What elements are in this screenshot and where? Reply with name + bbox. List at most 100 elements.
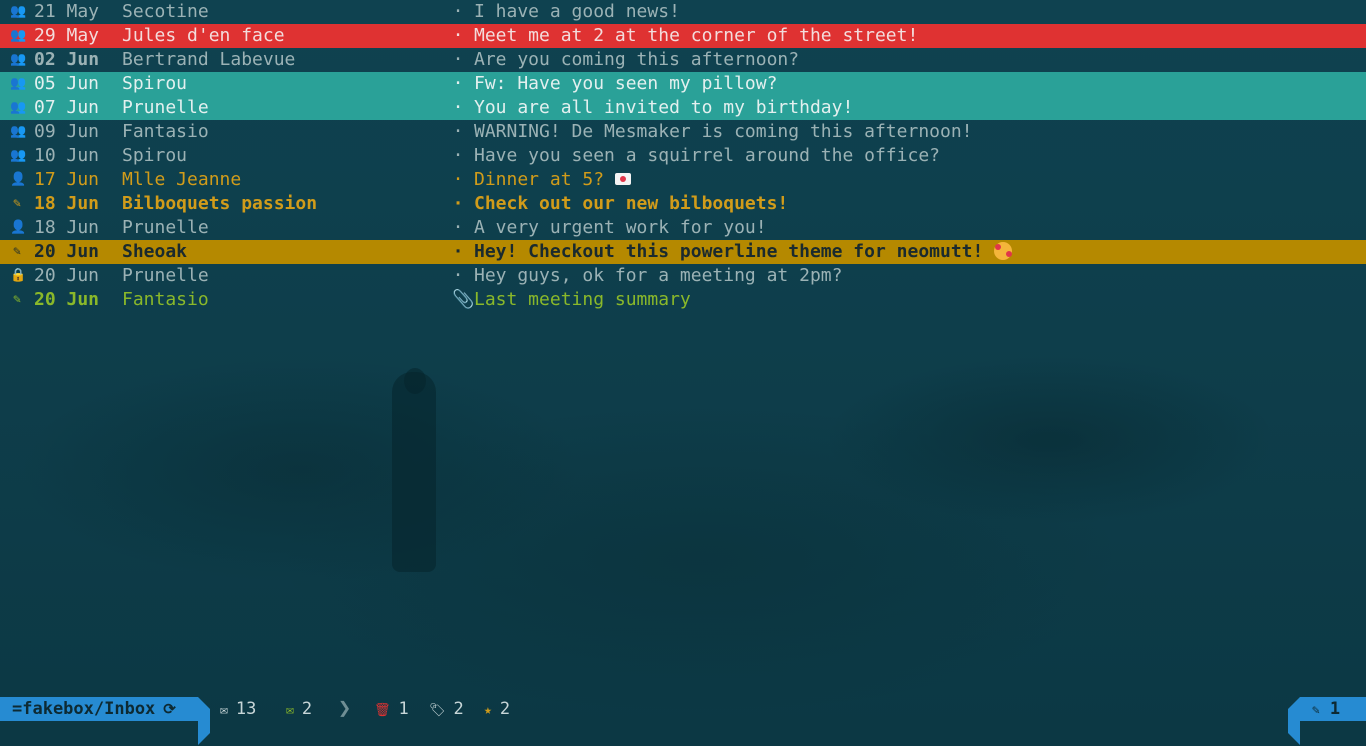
message-date: 02 Jun xyxy=(34,48,99,72)
message-sender: Bertrand Labevue xyxy=(122,49,296,70)
envelope-icon: ✉ xyxy=(220,703,228,718)
lock-icon: 🔒 xyxy=(10,268,27,283)
message-separator: · xyxy=(452,265,464,286)
user-edit-icon: ✎ xyxy=(13,196,21,211)
message-row[interactable]: 👥 21 May Secotine · I have a good news! xyxy=(0,0,1366,24)
message-date: 17 Jun xyxy=(34,169,100,190)
message-date: 20 Jun xyxy=(34,289,100,310)
message-date: 18 Jun xyxy=(34,217,100,238)
message-subject: Dinner at 5? xyxy=(474,168,631,192)
flagged-count-value: 2 xyxy=(499,699,511,719)
mailbox-path[interactable]: =fakebox/Inbox ⟳ xyxy=(0,697,198,721)
message-separator: · xyxy=(452,193,464,214)
message-sender: Spirou xyxy=(122,145,188,166)
message-index: 👥 21 May Secotine · I have a good news! … xyxy=(0,0,1366,312)
message-row[interactable]: 👥 29 May Jules d'en face · Meet me at 2 … xyxy=(0,24,1366,48)
message-sender: Sheoak xyxy=(122,241,188,262)
message-row[interactable]: 👥 09 Jun Fantasio · WARNING! De Mesmaker… xyxy=(0,120,1366,144)
message-separator: · xyxy=(452,97,464,118)
message-date-month: Jun xyxy=(66,49,100,70)
message-subject: Have you seen a squirrel around the offi… xyxy=(474,145,940,166)
smiling-face-with-hearts-icon xyxy=(994,241,1013,260)
message-row[interactable]: 👥 10 Jun Spirou · Have you seen a squirr… xyxy=(0,144,1366,168)
love-letter-icon xyxy=(614,172,631,185)
message-row[interactable]: 👤 17 Jun Mlle Jeanne · Dinner at 5? xyxy=(0,168,1366,192)
tagged-count-value: 2 xyxy=(453,699,464,719)
background-figure xyxy=(392,372,436,572)
message-subject: I have a good news! xyxy=(474,1,680,22)
message-subject: Fw: Have you seen my pillow? xyxy=(474,73,778,94)
total-count: ✉ 13 xyxy=(220,697,256,721)
group-icon: 👥 xyxy=(10,148,27,163)
group-icon: 👥 xyxy=(10,52,27,67)
message-sender: Jules d'en face xyxy=(122,25,285,46)
message-date: 20 Jun xyxy=(34,265,100,286)
message-sender: Mlle Jeanne xyxy=(122,169,242,190)
message-date-day: 02 xyxy=(34,49,56,70)
new-count: ✉ 2 xyxy=(286,697,312,721)
message-subject: Meet me at 2 at the corner of the street… xyxy=(474,25,919,46)
message-subject: A very urgent work for you! xyxy=(474,217,767,238)
message-sender: Spirou xyxy=(122,73,188,94)
sync-icon: ⟳ xyxy=(163,700,176,718)
message-subject: Last meeting summary xyxy=(474,289,691,310)
message-date: 09 Jun xyxy=(34,121,100,142)
message-subject-text: Hey! Checkout this powerline theme for n… xyxy=(474,241,984,262)
message-date: 29 May xyxy=(34,25,100,46)
message-row-selected[interactable]: ✎ 20 Jun Sheoak · Hey! Checkout this pow… xyxy=(0,240,1366,264)
message-separator: · xyxy=(452,145,464,166)
message-row[interactable]: 👤 18 Jun Prunelle · A very urgent work f… xyxy=(0,216,1366,240)
new-count-value: 2 xyxy=(301,699,313,719)
message-sender: Secotine xyxy=(122,1,209,22)
message-sender: Fantasio xyxy=(122,121,209,142)
mailbox-arrow xyxy=(198,697,210,745)
deleted-count-value: 1 xyxy=(398,699,409,719)
message-subject: You are all invited to my birthday! xyxy=(474,97,854,118)
message-separator: · xyxy=(452,25,464,46)
message-separator: · xyxy=(452,49,464,70)
message-row[interactable]: ✎ 20 Jun Fantasio 📎 Last meeting summary xyxy=(0,288,1366,312)
paperclip-icon: 📎 xyxy=(452,289,475,310)
edit-count: ✎ 1 xyxy=(1300,697,1366,721)
chevron-right-icon: ❯ xyxy=(338,696,352,721)
user-edit-icon: ✎ xyxy=(13,292,21,307)
message-separator: · xyxy=(452,73,464,94)
message-row[interactable]: 👥 05 Jun Spirou · Fw: Have you seen my p… xyxy=(0,72,1366,96)
mailbox-name: =fakebox/Inbox xyxy=(12,699,156,719)
edit-count-value: 1 xyxy=(1329,699,1341,719)
message-separator: · xyxy=(452,1,464,22)
group-icon: 👥 xyxy=(10,100,27,115)
message-row[interactable]: 👥 02 Jun Bertrand Labevue · Are you comi… xyxy=(0,48,1366,72)
flagged-count: ★ 2 xyxy=(484,697,510,721)
group-icon: 👥 xyxy=(10,76,27,91)
message-subject: Hey! Checkout this powerline theme for n… xyxy=(474,240,1013,264)
star-icon: ★ xyxy=(484,703,492,718)
message-date: 20 Jun xyxy=(34,241,100,262)
status-bar: =fakebox/Inbox ⟳ ✉ 13 ✉ 2 ❯ 🗑 1 🏷 2 ★ 2 ✎ 1 xyxy=(0,696,1366,745)
message-row[interactable]: 🔒 20 Jun Prunelle · Hey guys, ok for a m… xyxy=(0,264,1366,288)
group-icon: 👥 xyxy=(10,4,27,19)
message-sender: Bilboquets passion xyxy=(122,193,318,214)
message-sender: Fantasio xyxy=(122,289,209,310)
message-sender: Prunelle xyxy=(122,97,209,118)
inbox-icon: ✉ xyxy=(286,703,294,718)
group-icon: 👥 xyxy=(10,28,27,43)
message-subject: WARNING! De Mesmaker is coming this afte… xyxy=(474,121,973,142)
message-date: 21 May xyxy=(34,1,100,22)
message-sender: Prunelle xyxy=(122,265,209,286)
message-row[interactable]: 👥 07 Jun Prunelle · You are all invited … xyxy=(0,96,1366,120)
message-separator: · xyxy=(452,169,464,190)
message-separator: · xyxy=(452,217,464,238)
user-icon: 👤 xyxy=(10,172,27,187)
message-date: 18 Jun xyxy=(34,193,100,214)
trash-icon: 🗑 xyxy=(374,703,391,718)
user-icon: 👤 xyxy=(10,220,27,235)
message-sender: Prunelle xyxy=(122,217,209,238)
deleted-count: 🗑 1 xyxy=(374,697,409,721)
message-subject: Check out our new bilboquets! xyxy=(474,193,789,214)
group-icon: 👥 xyxy=(10,124,27,139)
message-subject-text: Dinner at 5? xyxy=(474,169,605,190)
message-row[interactable]: ✎ 18 Jun Bilboquets passion · Check out … xyxy=(0,192,1366,216)
message-subject: Hey guys, ok for a meeting at 2pm? xyxy=(474,265,843,286)
message-date: 05 Jun xyxy=(34,73,100,94)
